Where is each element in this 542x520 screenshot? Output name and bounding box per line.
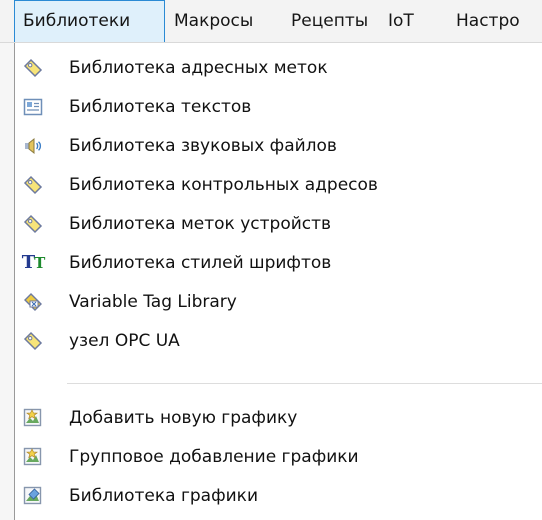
menu-item-batch-add-graphics[interactable]: Групповое добавление графики bbox=[15, 438, 542, 476]
menu-item-font-styles-library[interactable]: TT Библиотека стилей шрифтов bbox=[15, 244, 542, 282]
menu-iot[interactable]: IoT bbox=[380, 0, 422, 42]
menu-item-control-addresses-library[interactable]: Библиотека контрольных адресов bbox=[15, 166, 542, 204]
menu-macros[interactable]: Макросы bbox=[166, 0, 261, 42]
menu-item-label: Библиотека контрольных адресов bbox=[69, 175, 378, 195]
menu-libraries[interactable]: Библиотеки bbox=[14, 0, 165, 42]
menu-item-label: Добавить новую графику bbox=[69, 408, 298, 428]
add-graphic-icon bbox=[21, 406, 45, 430]
menu-item-add-new-graphic[interactable]: Добавить новую графику bbox=[15, 399, 542, 437]
tag-icon bbox=[21, 173, 45, 197]
menu-item-opc-ua-node[interactable]: узел OPC UA bbox=[15, 322, 542, 360]
menu-item-label: Библиотека текстов bbox=[69, 97, 252, 117]
text-library-icon bbox=[21, 95, 45, 119]
menu-item-label: Библиотека адресных меток bbox=[69, 58, 328, 78]
font-style-icon: TT bbox=[21, 252, 46, 273]
menu-item-graphics-library[interactable]: Библиотека графики bbox=[15, 477, 542, 515]
menu-item-address-tags-library[interactable]: Библиотека адресных меток bbox=[15, 49, 542, 87]
menu-item-label: Групповое добавление графики bbox=[69, 447, 359, 467]
sound-icon bbox=[21, 134, 45, 158]
menu-item-label: Библиотека звуковых файлов bbox=[69, 136, 337, 156]
menu-separator bbox=[67, 383, 542, 384]
tag-icon bbox=[21, 212, 45, 236]
menu-item-label: Библиотека стилей шрифтов bbox=[69, 253, 332, 273]
menu-bar: Библиотеки Макросы Рецепты IoT Настро bbox=[0, 0, 542, 43]
menu-recipes[interactable]: Рецепты bbox=[283, 0, 376, 42]
tag-icon bbox=[21, 56, 45, 80]
menu-item-label: Библиотека меток устройств bbox=[69, 214, 332, 234]
menu-item-label: Variable Tag Library bbox=[69, 292, 237, 312]
menu-item-label: Библиотека графики bbox=[69, 486, 259, 506]
graphic-library-icon bbox=[21, 484, 45, 508]
menu-item-label: узел OPC UA bbox=[69, 331, 180, 351]
variable-tag-icon bbox=[21, 290, 45, 314]
menu-settings[interactable]: Настро bbox=[448, 0, 528, 42]
group-add-graphic-icon bbox=[21, 445, 45, 469]
menu-item-sound-files-library[interactable]: Библиотека звуковых файлов bbox=[15, 127, 542, 165]
menu-item-text-library[interactable]: Библиотека текстов bbox=[15, 88, 542, 126]
tag-icon bbox=[21, 329, 45, 353]
menu-item-device-tags-library[interactable]: Библиотека меток устройств bbox=[15, 205, 542, 243]
libraries-dropdown-menu: Библиотека адресных меток Библиотека тек… bbox=[14, 43, 542, 520]
menu-item-variable-tag-library[interactable]: Variable Tag Library bbox=[15, 283, 542, 321]
